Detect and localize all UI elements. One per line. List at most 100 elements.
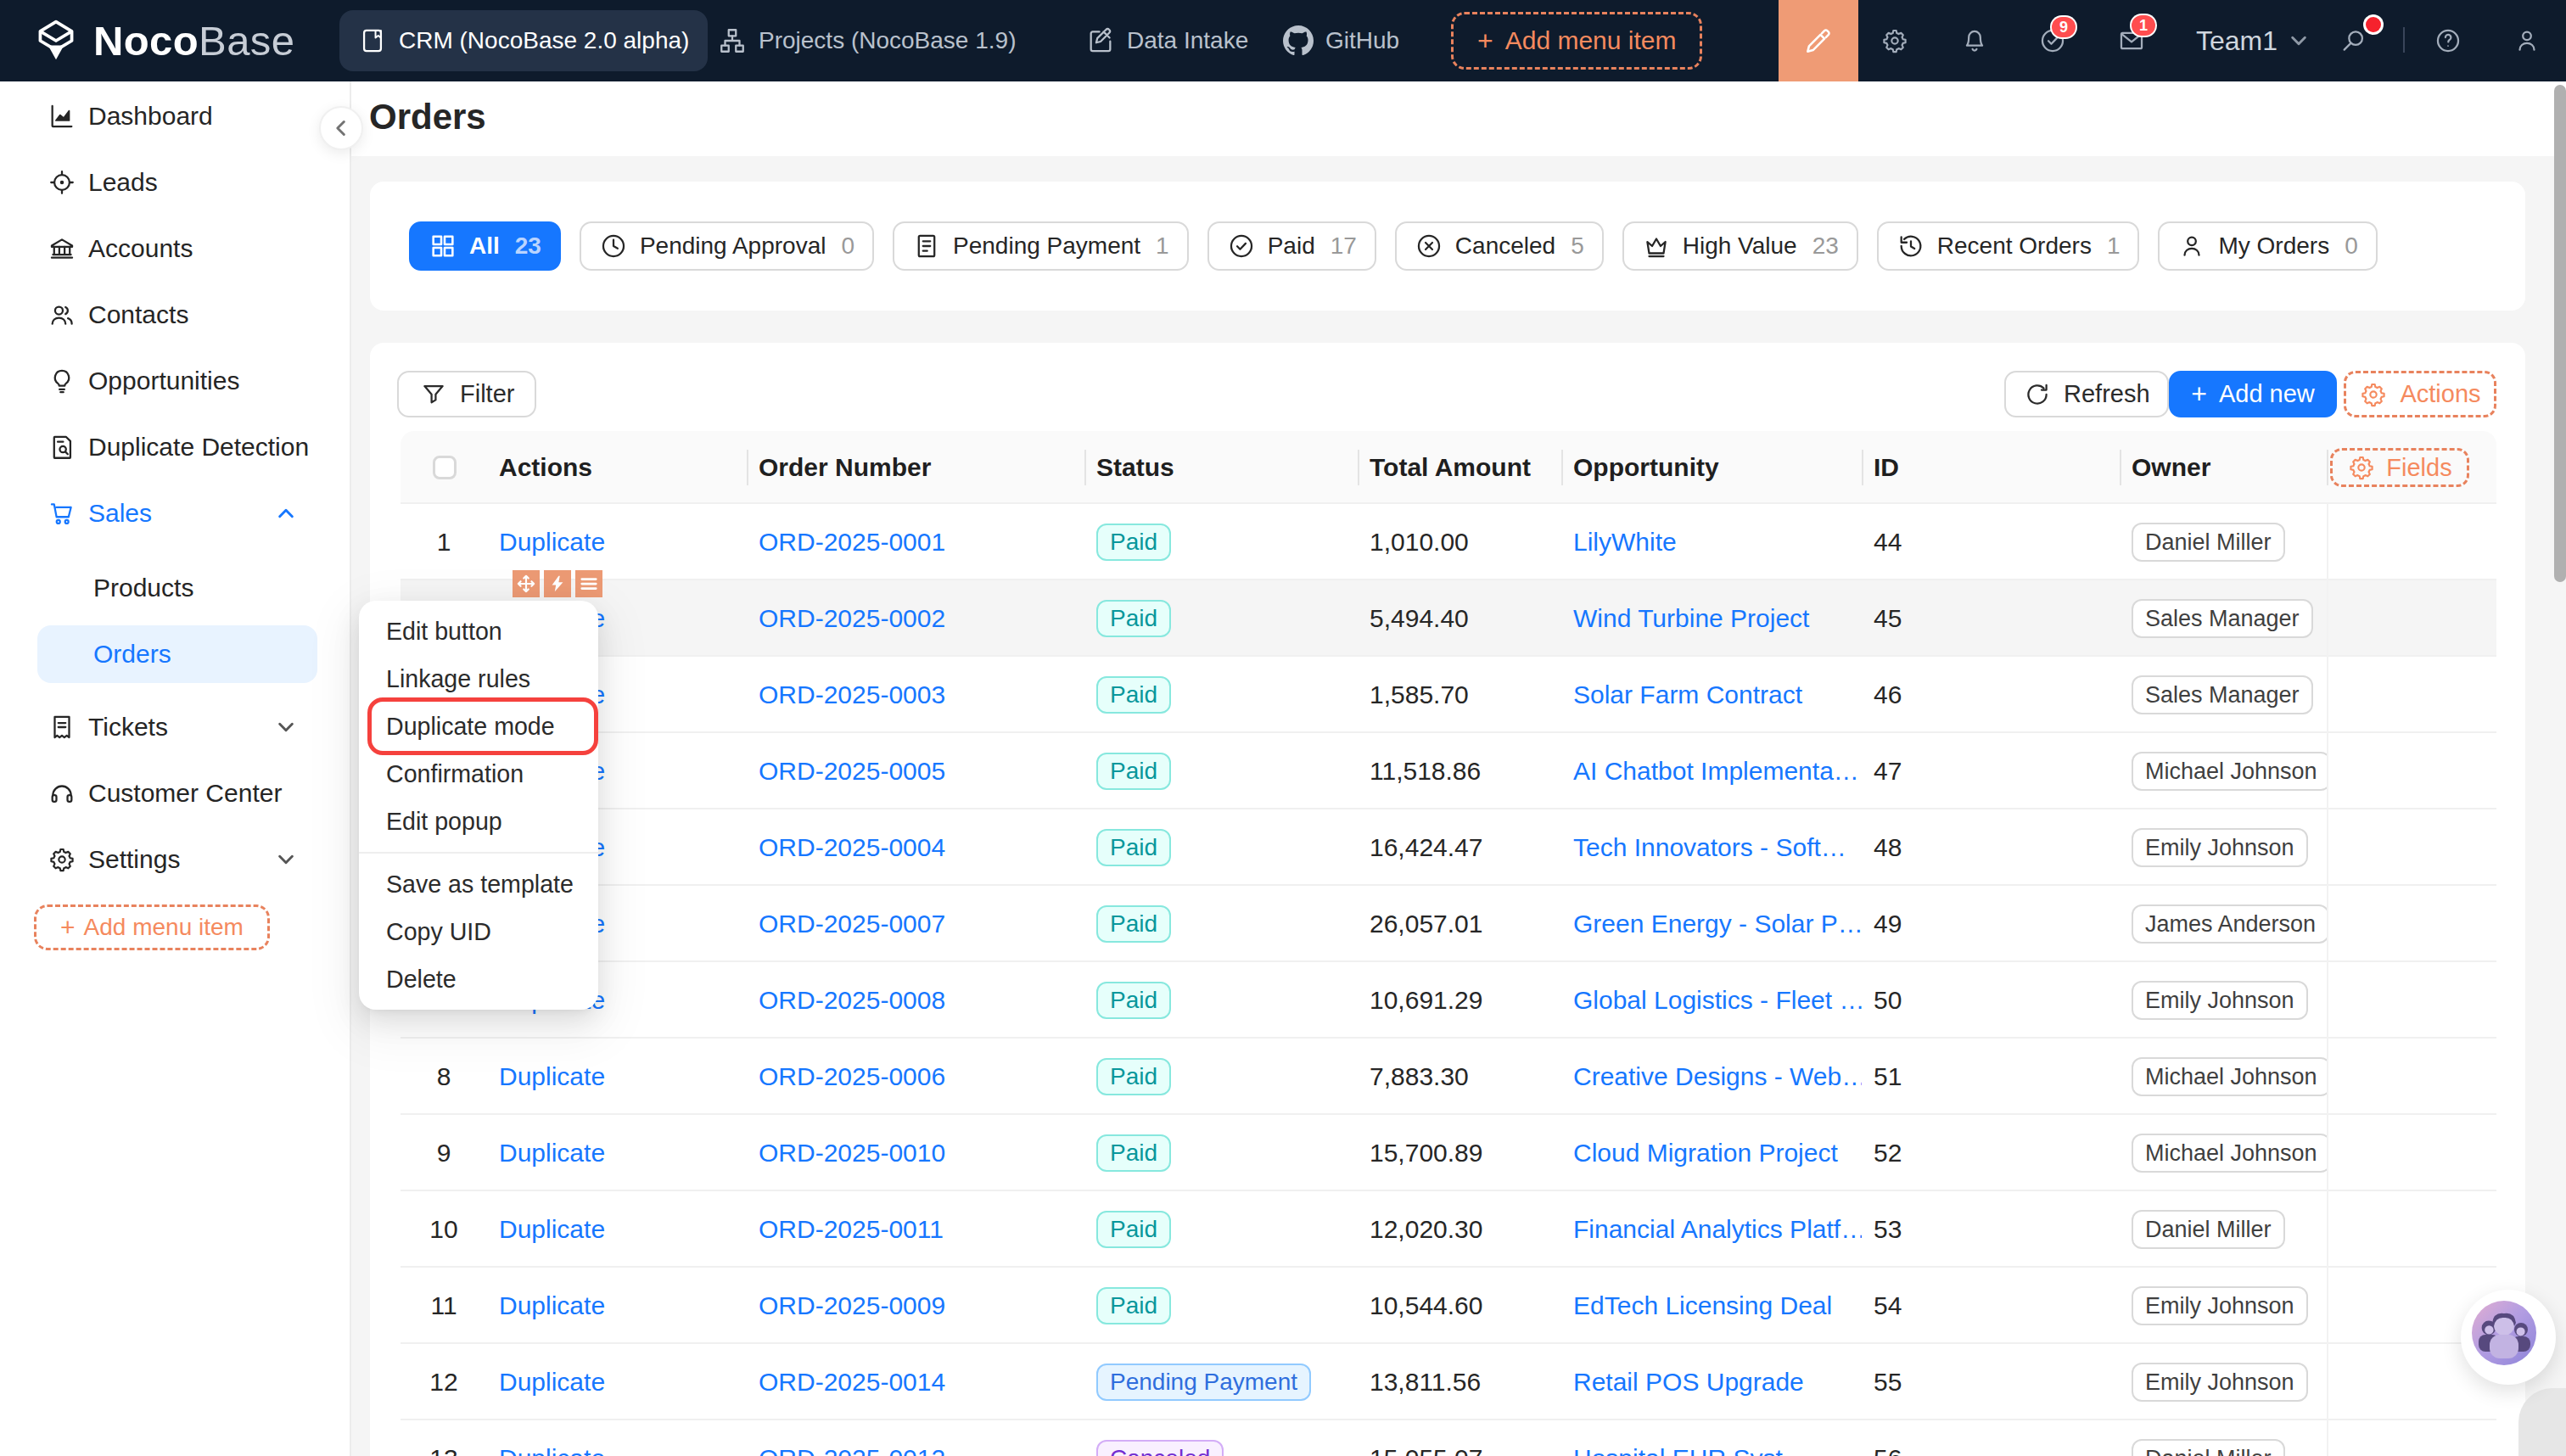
order-number-link[interactable]: ORD-2025-0007 [759,910,945,938]
duplicate-action-link[interactable]: Duplicate [499,528,605,556]
order-number-link[interactable]: ORD-2025-0011 [759,1215,944,1243]
order-number-link[interactable]: ORD-2025-0009 [759,1291,945,1319]
page-scrollbar[interactable] [2554,85,2566,582]
sidebar-item[interactable]: Tickets [0,694,350,760]
sidebar-item[interactable]: Products [0,555,350,621]
context-menu-item[interactable]: Confirmation [359,750,598,798]
sidebar-item[interactable]: Duplicate Detection [0,414,350,480]
nocobase-logo[interactable]: NocoBase [31,0,294,81]
duplicate-action-link[interactable]: Duplicate [499,1291,605,1319]
order-number-link[interactable]: ORD-2025-0005 [759,757,945,785]
opportunity-link[interactable]: Retail POS Upgrade [1573,1368,1804,1396]
order-number-link[interactable]: ORD-2025-0003 [759,680,945,708]
context-menu-item[interactable]: Delete [359,955,598,1003]
context-menu-item[interactable]: Save as template [359,860,598,908]
status-tag: Paid [1096,1287,1171,1324]
sidebar-item[interactable]: Opportunities [0,348,350,414]
order-number-link[interactable]: ORD-2025-0008 [759,986,945,1014]
opportunity-link[interactable]: Green Energy - Solar P… [1573,910,1862,938]
opportunity-link[interactable]: Hospital EHR Syst… [1573,1444,1808,1456]
settings-gear-button[interactable] [1866,0,1924,81]
team-selector[interactable]: Team1 [2196,0,2308,81]
designer-menu-button[interactable] [575,570,602,597]
duplicate-action-link[interactable]: Duplicate [499,1139,605,1167]
duplicate-action-link[interactable]: Duplicate [499,1444,605,1456]
opportunity-link[interactable]: Financial Analytics Platf… [1573,1215,1862,1243]
order-number-link[interactable]: ORD-2025-0001 [759,528,945,556]
notifications-button[interactable] [1946,0,2003,81]
order-number-link[interactable]: ORD-2025-0002 [759,604,945,632]
add-new-button[interactable]: + Add new [2169,371,2337,417]
duplicate-action-link[interactable]: Duplicate [499,1062,605,1090]
ui-editor-button[interactable] [1779,0,1858,81]
opportunity-link[interactable]: Global Logistics - Fleet … [1573,986,1862,1014]
filler-cell [2327,962,2496,1039]
sidebar-item[interactable]: Contacts [0,282,350,348]
fields-button[interactable]: Fields [2330,448,2469,487]
search-notification-dot [2366,17,2381,32]
sidebar-add-menu-item-button[interactable]: +Add menu item [34,904,270,950]
select-all-checkbox[interactable] [433,456,457,479]
actions-button[interactable]: Actions [2344,371,2496,417]
help-button[interactable] [2419,0,2477,81]
nav-tab-github[interactable]: GitHub [1264,10,1418,71]
sidebar-collapse-button[interactable] [319,106,363,150]
sidebar-item[interactable]: Dashboard [0,83,350,149]
nav-add-menu-item-button[interactable]: +Add menu item [1451,12,1702,70]
linkage-rules-button[interactable] [544,570,571,597]
column-header-order-number[interactable]: Order Number [747,431,1084,504]
filter-tab[interactable]: My Orders 0 [2158,221,2377,271]
user-profile-button[interactable] [2498,0,2556,81]
opportunity-link[interactable]: Wind Turbine Project [1573,604,1809,632]
column-header-owner[interactable]: Owner [2120,431,2327,504]
filter-button[interactable]: Filter [397,371,536,417]
order-number-link[interactable]: ORD-2025-0010 [759,1139,945,1167]
order-number-link[interactable]: ORD-2025-0014 [759,1368,945,1396]
id-cell: 56 [1862,1444,2120,1456]
context-menu-item[interactable]: Edit popup [359,798,598,845]
duplicate-action-link[interactable]: Duplicate [499,1368,605,1396]
column-header-opportunity[interactable]: Opportunity [1561,431,1862,504]
opportunity-link[interactable]: EdTech Licensing Deal [1573,1291,1832,1319]
order-number-link[interactable]: ORD-2025-0006 [759,1062,945,1090]
drag-move-button[interactable] [513,570,540,597]
filler-cell [2327,886,2496,962]
sidebar-item[interactable]: Settings [0,826,350,893]
column-header-total-amount[interactable]: Total Amount [1358,431,1561,504]
messages-button[interactable] [2103,0,2160,81]
context-menu-item[interactable]: Edit button [359,608,598,655]
order-number-link[interactable]: ORD-2025-0012 [759,1444,945,1456]
opportunity-link[interactable]: LilyWhite [1573,528,1677,556]
nav-tab-crm[interactable]: CRM (NocoBase 2.0 alpha) [339,10,708,71]
filter-tab[interactable]: All 23 [409,221,561,271]
context-menu-item[interactable]: Copy UID [359,908,598,955]
filter-tab[interactable]: Canceled 5 [1395,221,1604,271]
duplicate-action-link[interactable]: Duplicate [499,1215,605,1243]
filter-tab[interactable]: Recent Orders 1 [1877,221,2140,271]
opportunity-link[interactable]: Cloud Migration Project [1573,1139,1838,1167]
sidebar-item[interactable]: Customer Center [0,760,350,826]
order-number-link[interactable]: ORD-2025-0004 [759,833,945,861]
sidebar-item[interactable]: Accounts [0,216,350,282]
nav-tab-projects[interactable]: Projects (NocoBase 1.9) [699,10,1034,71]
nav-tab-data-intake[interactable]: Data Intake [1067,10,1267,71]
filter-tab[interactable]: High Value 23 [1622,221,1858,271]
filter-tab[interactable]: Pending Payment 1 [893,221,1189,271]
sidebar-item[interactable]: Sales [0,480,350,546]
opportunity-link[interactable]: Solar Farm Contract [1573,680,1802,708]
refresh-button[interactable]: Refresh [2004,371,2169,417]
column-header-id[interactable]: ID [1862,431,2120,504]
opportunity-link[interactable]: AI Chatbot Implementa… [1573,757,1859,785]
filter-tab[interactable]: Pending Approval 0 [580,221,874,271]
search-button[interactable] [2325,0,2383,81]
tasks-button[interactable] [2024,0,2081,81]
opportunity-link[interactable]: Tech Innovators - Soft… [1573,833,1846,861]
sidebar-item[interactable]: Leads [0,149,350,216]
filter-tab[interactable]: Paid 17 [1207,221,1376,271]
column-header-actions[interactable]: Actions [487,431,747,504]
column-header-status[interactable]: Status [1084,431,1358,504]
sidebar-item-orders-active[interactable]: Orders [37,625,317,683]
opportunity-link[interactable]: Creative Designs - Web… [1573,1062,1862,1090]
assistant-avatar[interactable] [2472,1301,2536,1365]
context-menu-item[interactable]: Linkage rules [359,655,598,703]
